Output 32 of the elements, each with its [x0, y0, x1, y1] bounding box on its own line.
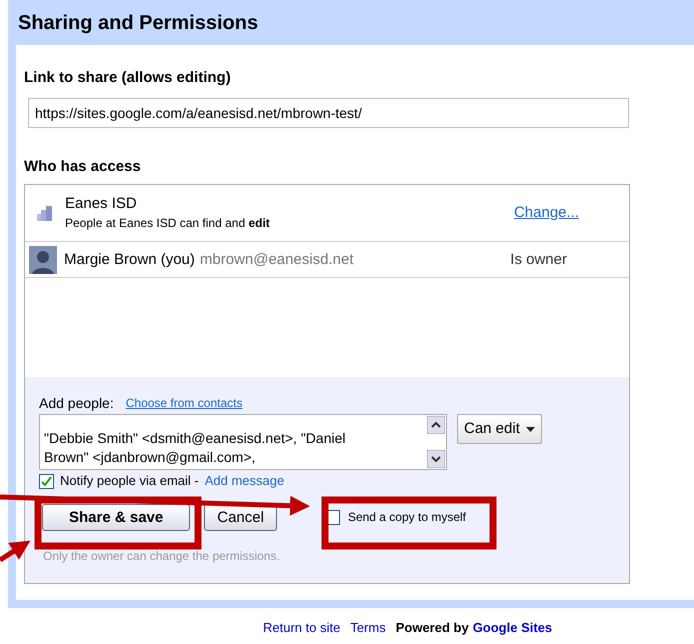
- share-save-button[interactable]: Share & save: [42, 504, 190, 531]
- annotation-arrow: [0, 540, 30, 562]
- caret-icon: [526, 426, 535, 432]
- owner-note: Only the owner can change the permissions.: [42, 549, 281, 564]
- change-link[interactable]: Change...: [514, 204, 579, 222]
- scroll-down-icon[interactable]: [427, 450, 445, 468]
- access-description: People at Eanes ISD can find and edit: [65, 216, 270, 231]
- footer-link[interactable]: Return to site: [263, 620, 340, 636]
- dialog-title: Sharing and Permissions: [18, 10, 258, 34]
- role-label: Is owner: [510, 250, 567, 268]
- person-email: mbrown@eanesisd.net: [200, 250, 354, 268]
- notify-label: Notify people via email -: [60, 473, 199, 489]
- building-icon: [37, 205, 53, 221]
- link-field[interactable]: https://sites.google.com/a/eanesisd.net/mbrown-test/: [28, 98, 629, 128]
- person-name: Margie Brown (you): [64, 250, 195, 268]
- footer-link[interactable]: Terms: [350, 620, 386, 636]
- people-textarea[interactable]: "Debbie Smith" <dsmith@eanesisd.net>, "Daniel Brown" <jdanbrown@gmail.com>,: [39, 414, 447, 470]
- recipient-text: Brown" <jdanbrown@gmail.com>,: [44, 448, 256, 467]
- scroll-up-icon[interactable]: [427, 416, 445, 434]
- access-label: Who has access: [24, 158, 142, 176]
- powered-by-text: Powered by: [396, 620, 469, 636]
- notify-checkbox[interactable]: [39, 474, 54, 488]
- recipient-text: "Debbie Smith" <dsmith@eanesisd.net>, "Daniel: [44, 429, 346, 448]
- contacts-link[interactable]: Choose from contacts: [126, 396, 242, 410]
- add-people-label: Add people:: [39, 394, 114, 412]
- access-name: Eanes ISD: [65, 195, 138, 213]
- link-label: Link to share (allows editing): [24, 69, 232, 87]
- permission-dropdown[interactable]: Can edit: [457, 414, 542, 444]
- google-sites-link[interactable]: Google Sites: [472, 620, 552, 636]
- send-copy-label: Send a copy to myself: [348, 510, 466, 525]
- avatar-icon: [29, 246, 57, 274]
- add-message-link[interactable]: Add message: [204, 473, 284, 489]
